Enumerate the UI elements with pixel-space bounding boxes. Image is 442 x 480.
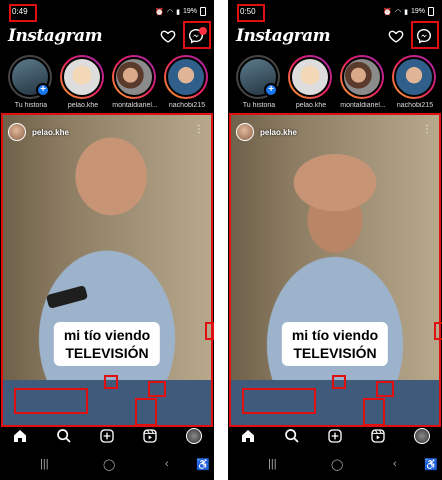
signal-icon: ▮ bbox=[176, 8, 180, 16]
video-frame[interactable] bbox=[2, 114, 212, 426]
create-icon[interactable] bbox=[327, 428, 343, 444]
home-icon[interactable] bbox=[240, 428, 256, 444]
jeans bbox=[2, 380, 212, 426]
post-username[interactable]: pelao.khe bbox=[32, 128, 69, 137]
story-item[interactable]: nachobi215 bbox=[164, 55, 210, 109]
accessibility-icon[interactable]: ♿ bbox=[196, 458, 210, 471]
post-username[interactable]: pelao.khe bbox=[260, 128, 297, 137]
status-icons: ⏰ ◠ ▮ 19% bbox=[383, 7, 434, 16]
reels-icon[interactable] bbox=[142, 428, 158, 444]
heart-icon[interactable] bbox=[160, 28, 176, 44]
messenger-icon[interactable] bbox=[416, 28, 432, 44]
post-header: pelao.khe ⋮ bbox=[236, 122, 434, 142]
screen-after: 0:50 ⏰ ◠ ▮ 19% Instagram + Tu historia p… bbox=[228, 0, 442, 480]
story-label: pelao.khe bbox=[67, 102, 99, 109]
create-icon[interactable] bbox=[99, 428, 115, 444]
home-icon[interactable] bbox=[12, 428, 28, 444]
video-caption: mi tío viendo TELEVISIÓN bbox=[53, 322, 161, 366]
story-own[interactable]: + Tu historia bbox=[236, 55, 282, 109]
story-item[interactable]: montaldiariel... bbox=[112, 55, 158, 109]
profile-avatar[interactable] bbox=[414, 428, 430, 444]
app-header: Instagram bbox=[228, 22, 442, 50]
system-nav-bar: ||| ◯ ‹ ♿ bbox=[0, 456, 214, 474]
reel-post[interactable]: pelao.khe ⋮ mi tío viendo TELEVISIÓN bbox=[230, 114, 440, 426]
recent-apps-icon[interactable]: ||| bbox=[40, 458, 49, 470]
battery-text: 19% bbox=[410, 8, 425, 15]
recent-apps-icon[interactable]: ||| bbox=[268, 458, 277, 470]
avatar[interactable] bbox=[8, 123, 26, 141]
video-caption: mi tío viendo TELEVISIÓN bbox=[281, 322, 389, 366]
clock: 0:50 bbox=[240, 7, 256, 16]
story-label: montaldiariel... bbox=[340, 102, 386, 109]
bottom-nav bbox=[228, 428, 442, 446]
back-icon[interactable]: ‹ bbox=[393, 458, 397, 470]
story-item[interactable]: montaldiariel... bbox=[340, 55, 386, 109]
post-header: pelao.khe ⋮ bbox=[8, 122, 206, 142]
story-label: pelao.khe bbox=[295, 102, 327, 109]
status-icons: ⏰ ◠ ▮ 19% bbox=[155, 7, 206, 16]
story-item[interactable]: pelao.khe bbox=[60, 55, 106, 109]
story-label: nachobi215 bbox=[168, 102, 206, 109]
screen-before: 0:49 ⏰ ◠ ▮ 19% Instagram + Tu historia p… bbox=[0, 0, 214, 480]
story-label: Tu historia bbox=[242, 102, 276, 109]
more-options-icon[interactable]: ⋮ bbox=[194, 124, 204, 135]
home-circle-icon[interactable]: ◯ bbox=[103, 458, 115, 471]
messenger-badge bbox=[199, 27, 207, 35]
heart-icon[interactable] bbox=[388, 28, 404, 44]
reels-icon[interactable] bbox=[370, 428, 386, 444]
wifi-icon: ◠ bbox=[167, 8, 174, 16]
avatar[interactable] bbox=[236, 123, 254, 141]
story-label: Tu historia bbox=[14, 102, 48, 109]
add-story-icon[interactable]: + bbox=[264, 83, 278, 97]
story-label: nachobi215 bbox=[396, 102, 434, 109]
bottom-nav bbox=[0, 428, 214, 446]
status-bar: 0:50 ⏰ ◠ ▮ 19% bbox=[228, 6, 442, 20]
search-icon[interactable] bbox=[56, 428, 72, 444]
search-icon[interactable] bbox=[284, 428, 300, 444]
battery-icon bbox=[428, 7, 434, 16]
caption-line-1: mi tío viendo bbox=[63, 327, 151, 343]
story-item[interactable]: pelao.khe bbox=[288, 55, 334, 109]
caption-line-2: TELEVISIÓN bbox=[293, 345, 377, 361]
reel-post[interactable]: pelao.khe ⋮ mi tío viendo TELEVISIÓN bbox=[2, 114, 212, 426]
app-header: Instagram bbox=[0, 22, 214, 50]
phone-in-hand bbox=[45, 285, 89, 309]
instagram-logo[interactable]: Instagram bbox=[236, 26, 331, 46]
battery-icon bbox=[200, 7, 206, 16]
story-label: montaldiariel... bbox=[112, 102, 158, 109]
add-story-icon[interactable]: + bbox=[36, 83, 50, 97]
accessibility-icon[interactable]: ♿ bbox=[424, 458, 438, 471]
battery-text: 19% bbox=[182, 8, 197, 15]
more-options-icon[interactable]: ⋮ bbox=[422, 124, 432, 135]
caption-line-1: mi tío viendo bbox=[291, 327, 379, 343]
signal-icon: ▮ bbox=[404, 8, 408, 16]
jeans bbox=[230, 380, 440, 426]
wifi-icon: ◠ bbox=[395, 8, 402, 16]
system-nav-bar: ||| ◯ ‹ ♿ bbox=[228, 456, 442, 474]
status-bar: 0:49 ⏰ ◠ ▮ 19% bbox=[0, 6, 214, 20]
alarm-icon: ⏰ bbox=[155, 8, 165, 16]
story-item[interactable]: nachobi215 bbox=[392, 55, 438, 109]
home-circle-icon[interactable]: ◯ bbox=[331, 458, 343, 471]
clock: 0:49 bbox=[12, 7, 28, 16]
instagram-logo[interactable]: Instagram bbox=[8, 26, 103, 46]
profile-avatar[interactable] bbox=[186, 428, 202, 444]
stories-tray: + Tu historia pelao.khe montaldiariel...… bbox=[0, 55, 214, 113]
back-icon[interactable]: ‹ bbox=[165, 458, 169, 470]
story-own[interactable]: + Tu historia bbox=[8, 55, 54, 109]
stories-tray: + Tu historia pelao.khe montaldiariel...… bbox=[228, 55, 442, 113]
video-frame[interactable] bbox=[230, 114, 440, 426]
caption-line-2: TELEVISIÓN bbox=[65, 345, 149, 361]
alarm-icon: ⏰ bbox=[383, 8, 393, 16]
